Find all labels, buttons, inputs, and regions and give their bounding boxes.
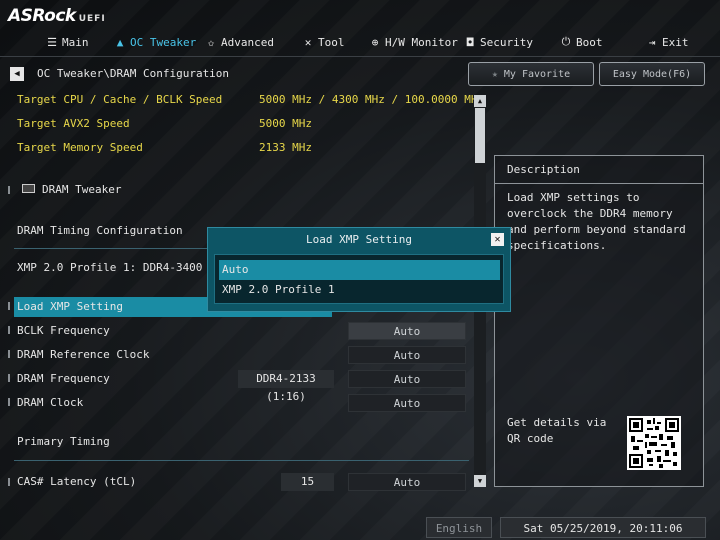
tab-security[interactable]: ◘ Security — [464, 31, 533, 53]
cas-latency-current: 15 — [281, 473, 334, 491]
description-title: Description — [507, 163, 580, 176]
arrow-down-icon: ▼ — [477, 477, 483, 485]
scrollbar-thumb[interactable] — [475, 108, 485, 163]
popup-title: Load XMP Setting — [306, 233, 412, 246]
qr-code-graphic — [629, 418, 679, 468]
menu-divider — [0, 56, 720, 57]
tab-hw-monitor[interactable]: ⊕ H/W Monitor — [369, 31, 458, 53]
dram-reference-clock-label: DRAM Reference Clock — [17, 348, 150, 361]
row-bullet — [8, 398, 10, 406]
back-arrow-icon: ◀ — [14, 69, 20, 79]
row-bullet — [8, 302, 10, 310]
cas-latency-label: CAS# Latency (tCL) — [17, 475, 137, 488]
section-heading: DRAM Timing Configuration — [17, 224, 183, 237]
info-value: 2133 MHz — [259, 141, 312, 154]
flame-icon: ▲ — [116, 35, 124, 49]
breadcrumb: OC Tweaker\DRAM Configuration — [37, 67, 230, 80]
dram-tweaker-link[interactable]: DRAM Tweaker — [42, 183, 121, 196]
shield-icon: ◘ — [466, 35, 474, 49]
brand-logo: ASRock UEFI — [8, 6, 106, 26]
dram-frequency-value[interactable]: Auto — [348, 370, 466, 388]
dram-clock-value[interactable]: Auto — [348, 394, 466, 412]
scroll-up-button[interactable]: ▲ — [474, 95, 486, 107]
info-label: Target CPU / Cache / BCLK Speed — [17, 93, 223, 106]
popup-option-xmp-profile-1[interactable]: XMP 2.0 Profile 1 — [219, 280, 500, 300]
tab-oc-tweaker[interactable]: ▲ OC Tweaker — [114, 31, 197, 53]
back-button[interactable]: ◀ — [10, 67, 24, 81]
qr-caption: Get details via QR code — [507, 416, 607, 445]
load-xmp-setting-label[interactable]: Load XMP Setting — [17, 300, 123, 313]
section-heading: Primary Timing — [17, 435, 110, 448]
dram-frequency-current: DDR4-2133 (1:16) — [238, 370, 334, 403]
tab-exit[interactable]: ⇥ Exit — [646, 31, 689, 53]
dram-reference-clock-value[interactable]: Auto — [348, 346, 466, 364]
list-icon: ☰ — [47, 35, 57, 49]
dram-clock-label: DRAM Clock — [17, 396, 84, 409]
cas-latency-value[interactable]: Auto — [348, 473, 466, 491]
bclk-frequency-label: BCLK Frequency — [17, 324, 110, 337]
info-value: 5000 MHz / 4300 MHz / 100.0000 MHz — [259, 93, 485, 106]
arrow-up-icon: ▲ — [477, 97, 483, 105]
tab-advanced[interactable]: ✩ Advanced — [205, 31, 274, 53]
star-icon: ★ — [491, 68, 498, 80]
row-bullet — [8, 478, 10, 486]
xmp-profile-info: XMP 2.0 Profile 1: DDR4-3400 16-16 — [17, 261, 207, 274]
bclk-frequency-value[interactable]: Auto — [348, 322, 466, 340]
tool-icon: ✕ — [304, 35, 312, 49]
monitor-icon: ⊕ — [371, 35, 379, 49]
info-label: Target AVX2 Speed — [17, 117, 130, 130]
power-icon: ⏻ — [561, 35, 571, 48]
tab-boot[interactable]: ⏻ Boot — [560, 31, 603, 53]
description-text: Load XMP settings to overclock the DDR4 … — [507, 191, 686, 252]
row-bullet — [8, 374, 10, 382]
info-value: 5000 MHz — [259, 117, 312, 130]
datetime-display: Sat 05/25/2019, 20:11:06 — [500, 517, 706, 538]
close-icon: ✕ — [494, 234, 501, 245]
star-icon: ✩ — [207, 35, 215, 49]
scroll-down-button[interactable]: ▼ — [474, 475, 486, 487]
exit-icon: ⇥ — [648, 35, 656, 49]
tab-main[interactable]: ☰ Main — [46, 31, 88, 53]
description-divider — [495, 183, 703, 184]
row-bullet — [8, 350, 10, 358]
popup-option-auto[interactable]: Auto — [219, 260, 500, 280]
memory-icon — [22, 184, 35, 193]
qr-code — [627, 416, 681, 470]
row-bullet — [8, 186, 10, 194]
section-divider — [14, 460, 469, 461]
easy-mode-button[interactable]: Easy Mode(F6) — [599, 62, 705, 86]
popup-close-button[interactable]: ✕ — [491, 233, 504, 246]
dram-frequency-label: DRAM Frequency — [17, 372, 110, 385]
my-favorite-button[interactable]: ★ My Favorite — [468, 62, 594, 86]
language-button[interactable]: English — [426, 517, 492, 538]
info-label: Target Memory Speed — [17, 141, 143, 154]
row-bullet — [8, 326, 10, 334]
tab-tool[interactable]: ✕ Tool — [302, 31, 345, 53]
